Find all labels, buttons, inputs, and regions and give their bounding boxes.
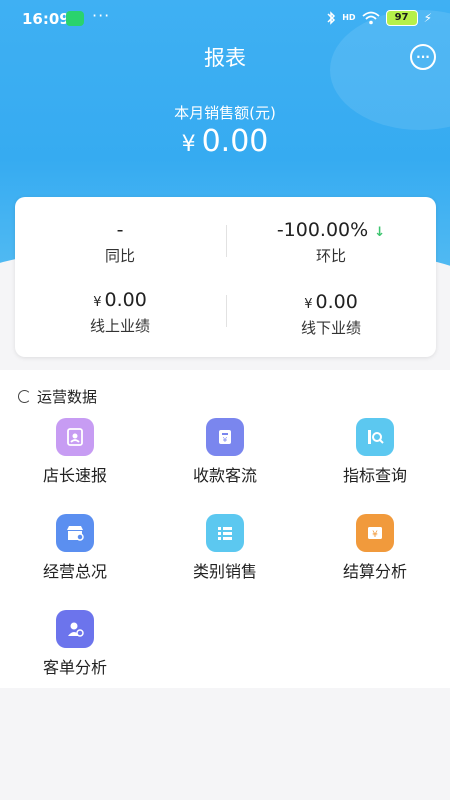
- metric-offline: ¥0.00 线下业绩: [226, 291, 436, 338]
- wechat-icon: [66, 11, 84, 26]
- refresh-icon: [18, 390, 31, 403]
- sales-amount: 0.00: [201, 124, 269, 159]
- tile-cashier-traffic[interactable]: ¥ 收款客流: [150, 418, 300, 486]
- tile-label: 类别销售: [192, 562, 257, 581]
- chat-button[interactable]: ···: [410, 44, 436, 70]
- store-icon: [56, 514, 94, 552]
- trend-down-icon: ↓: [374, 225, 386, 240]
- sales-value: ¥0.00: [0, 124, 450, 159]
- online-currency: ¥: [93, 295, 102, 310]
- page-title: 报表: [204, 46, 246, 70]
- tile-business-overview[interactable]: 经营总况: [0, 514, 150, 582]
- cashier-icon: ¥: [206, 418, 244, 456]
- tile-label: 店长速报: [42, 466, 107, 485]
- operations-header: 运营数据: [18, 386, 97, 407]
- list-icon: [206, 514, 244, 552]
- metric-mom: -100.00% ↓ 环比: [226, 219, 436, 266]
- tile-customer-analysis[interactable]: 客单分析: [0, 610, 150, 678]
- battery-icon: 97: [385, 10, 418, 26]
- svg-text:¥: ¥: [223, 436, 228, 444]
- operations-section: 运营数据 店长速报 ¥ 收款客流 指标查询 经营总况 类别销售 ¥ 结算分析 客…: [0, 370, 450, 688]
- wifi-icon: [361, 11, 380, 25]
- status-bar: 16:09 ··· HD 97 ⚡: [0, 0, 450, 40]
- online-value: 0.00: [104, 289, 147, 311]
- tile-label: 指标查询: [342, 466, 407, 485]
- customer-icon: [56, 610, 94, 648]
- svg-text:¥: ¥: [372, 530, 378, 540]
- metric-yoy: - 同比: [15, 219, 225, 266]
- yoy-value: -: [116, 219, 124, 241]
- status-right: HD 97 ⚡: [326, 10, 432, 26]
- offline-currency: ¥: [304, 297, 313, 312]
- mom-value-row: -100.00% ↓: [226, 219, 436, 241]
- offline-value-row: ¥0.00: [226, 291, 436, 313]
- charging-icon: ⚡: [423, 11, 432, 25]
- signal-icon: HD: [342, 13, 356, 22]
- online-label: 线上业绩: [89, 317, 150, 335]
- more-notifications-icon: ···: [92, 6, 111, 25]
- status-time: 16:09: [22, 10, 70, 28]
- settlement-icon: ¥: [356, 514, 394, 552]
- more-icon: ···: [416, 50, 430, 64]
- metric-online: ¥0.00 线上业绩: [15, 289, 225, 336]
- tile-label: 收款客流: [192, 466, 257, 485]
- tile-indicator-query[interactable]: 指标查询: [300, 418, 450, 486]
- online-value-row: ¥0.00: [15, 289, 225, 311]
- offline-value: 0.00: [315, 291, 358, 313]
- currency-symbol: ¥: [181, 132, 196, 157]
- search-data-icon: [356, 418, 394, 456]
- operations-title: 运营数据: [37, 388, 98, 406]
- tile-category-sales[interactable]: 类别销售: [150, 514, 300, 582]
- tile-settlement-analysis[interactable]: ¥ 结算分析: [300, 514, 450, 582]
- tile-label: 结算分析: [342, 562, 407, 581]
- offline-label: 线下业绩: [300, 319, 361, 337]
- bluetooth-icon: [326, 11, 336, 25]
- yoy-label: 同比: [104, 247, 135, 265]
- sales-label: 本月销售额(元): [174, 104, 276, 122]
- summary-card: - 同比 -100.00% ↓ 环比 ¥0.00 线上业绩 ¥0.00 线下业绩: [15, 197, 436, 357]
- report-icon: [56, 418, 94, 456]
- mom-label: 环比: [315, 247, 346, 265]
- tile-label: 经营总况: [42, 562, 107, 581]
- mom-value: -100.00%: [276, 219, 369, 241]
- tile-label: 客单分析: [42, 658, 107, 677]
- tile-store-report[interactable]: 店长速报: [0, 418, 150, 486]
